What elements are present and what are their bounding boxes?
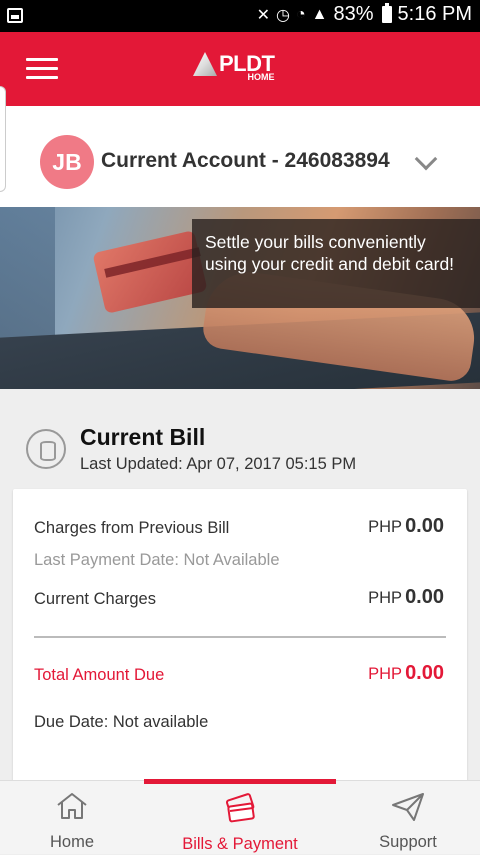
app-bar: PLDT HOME bbox=[0, 32, 480, 106]
banner-caption: Settle your bills conveniently using you… bbox=[192, 219, 480, 308]
account-selector[interactable]: JB Current Account - 246083894 bbox=[0, 106, 480, 207]
home-icon bbox=[57, 793, 87, 819]
current-bill-header: Current Bill Last Updated: Apr 07, 2017 … bbox=[0, 389, 480, 489]
divider bbox=[34, 636, 446, 638]
nav-support[interactable]: Support bbox=[336, 781, 480, 855]
previous-bill-amount: PHP 0.00 bbox=[368, 515, 444, 538]
coins-icon bbox=[26, 429, 66, 469]
status-bar: ✕ ◷ ◔ ▲ 83% 5:16 PM bbox=[0, 0, 480, 32]
nav-bills-label: Bills & Payment bbox=[182, 835, 298, 853]
total-due-label: Total Amount Due bbox=[34, 666, 165, 684]
drawer-edge-handle[interactable] bbox=[0, 86, 6, 192]
logo-subtext: HOME bbox=[247, 72, 275, 82]
nav-bills-payment[interactable]: Bills & Payment bbox=[144, 781, 336, 855]
previous-bill-label: Charges from Previous Bill bbox=[34, 519, 230, 537]
total-due-value: 0.00 bbox=[405, 662, 444, 684]
last-payment-date: Last Payment Date: Not Available bbox=[34, 551, 280, 569]
nav-home[interactable]: Home bbox=[0, 781, 144, 855]
nav-home-label: Home bbox=[49, 833, 94, 851]
paper-plane-icon bbox=[392, 793, 424, 821]
bottom-nav: Home Bills & Payment Support bbox=[0, 779, 480, 855]
total-due-amount: PHP 0.00 bbox=[368, 662, 444, 685]
battery-icon bbox=[381, 3, 392, 23]
menu-icon[interactable] bbox=[26, 58, 58, 80]
chevron-down-icon[interactable] bbox=[414, 147, 438, 171]
cards-icon bbox=[225, 793, 255, 823]
nav-support-label: Support bbox=[379, 833, 437, 851]
signal-icon: ▲ bbox=[311, 5, 328, 23]
last-updated: Last Updated: Apr 07, 2017 05:15 PM bbox=[80, 455, 357, 473]
pldt-logo-mark bbox=[193, 52, 217, 76]
previous-bill-value: 0.00 bbox=[405, 515, 444, 537]
mute-icon: ✕ bbox=[256, 6, 270, 24]
wifi-icon: ◔ bbox=[295, 5, 306, 23]
pldt-logo: PLDT HOME bbox=[193, 52, 275, 82]
current-charges-amount: PHP 0.00 bbox=[368, 586, 444, 609]
due-date: Due Date: Not available bbox=[34, 713, 209, 731]
avatar: JB bbox=[40, 135, 94, 189]
status-indicators: ✕ ◷ ◔ ▲ 83% 5:16 PM bbox=[257, 3, 472, 26]
bill-summary-card: Charges from Previous Bill PHP 0.00 Last … bbox=[13, 489, 467, 789]
current-charges-currency: PHP bbox=[368, 589, 403, 607]
total-due-currency: PHP bbox=[368, 665, 403, 683]
promo-banner[interactable]: Settle your bills conveniently using you… bbox=[0, 207, 480, 389]
clock: 5:16 PM bbox=[397, 3, 472, 25]
image-notification-icon bbox=[7, 8, 23, 23]
battery-percent: 83% bbox=[333, 3, 374, 25]
previous-bill-currency: PHP bbox=[368, 518, 403, 536]
alarm-icon: ◷ bbox=[276, 6, 290, 24]
current-charges-label: Current Charges bbox=[34, 590, 156, 608]
account-title: Current Account - 246083894 bbox=[101, 149, 390, 172]
bill-title: Current Bill bbox=[80, 424, 206, 450]
current-charges-value: 0.00 bbox=[405, 586, 444, 608]
